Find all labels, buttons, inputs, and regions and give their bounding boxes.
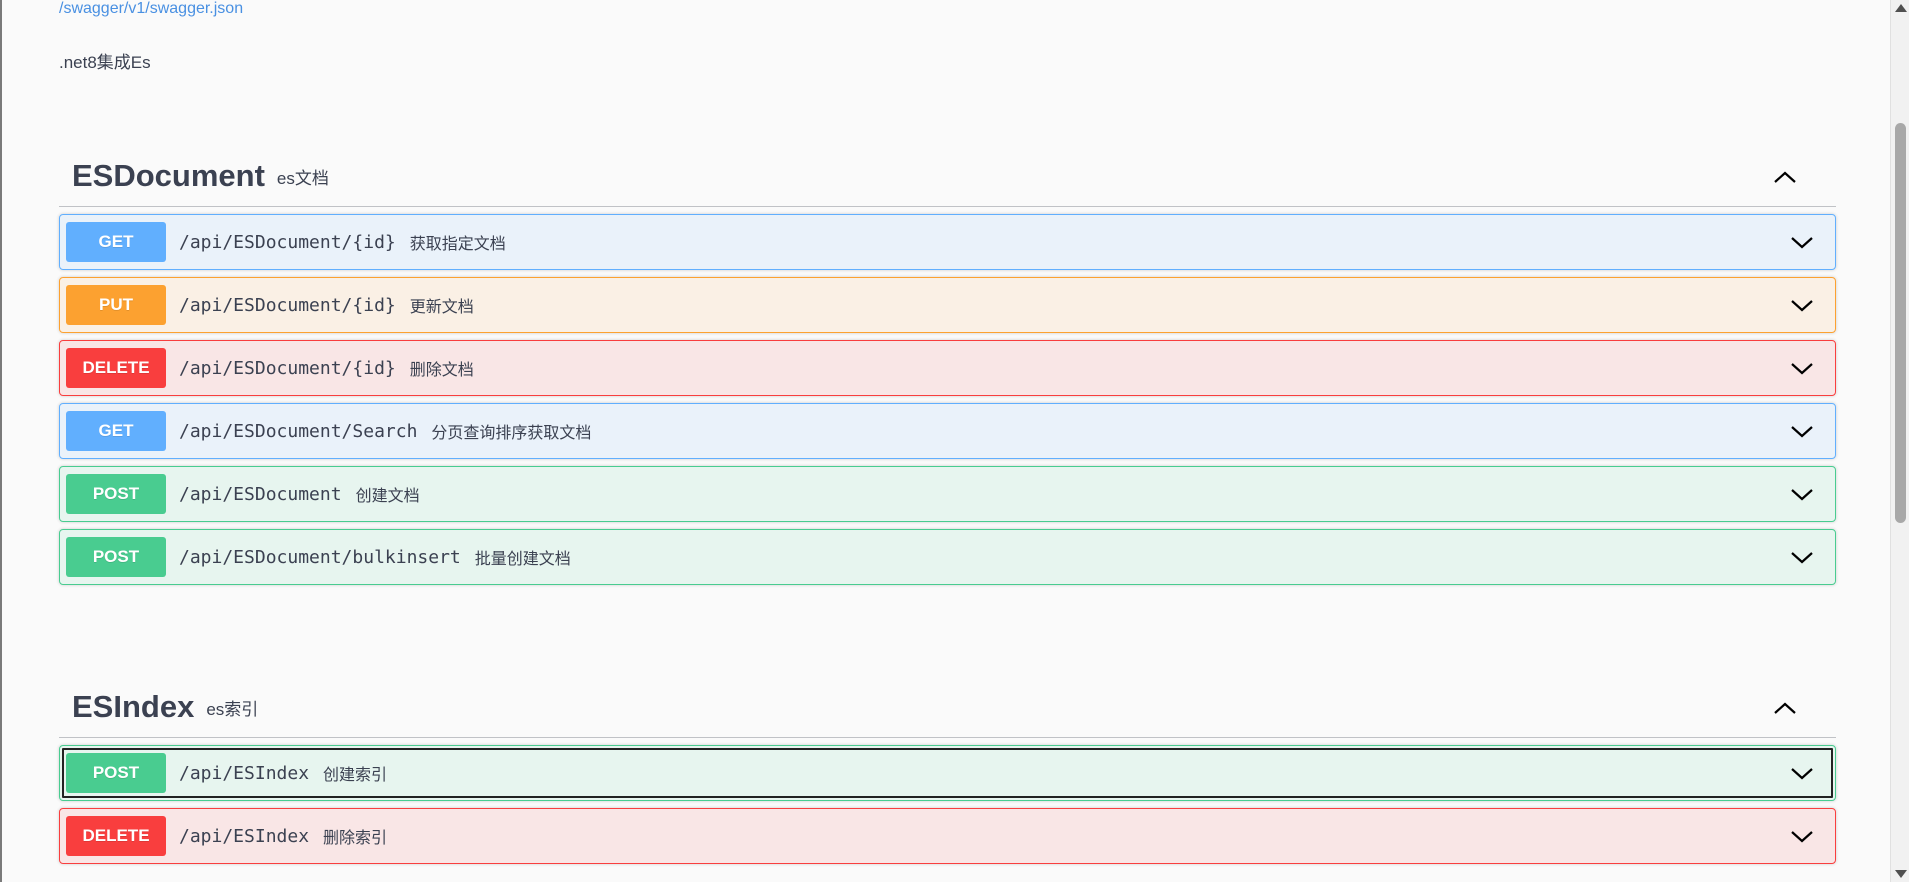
scroll-thumb[interactable] [1895, 123, 1906, 523]
tag-section-esindex: ESIndex es索引 POST /api/ESIndex 创建索引 DELE… [59, 676, 1836, 864]
operation-path: /api/ESDocument/{id} [179, 357, 396, 379]
operation-summary: 获取指定文档 [409, 236, 506, 253]
operation-delete-esdocument-id[interactable]: DELETE /api/ESDocument/{id} 删除文档 [59, 340, 1836, 396]
method-badge: POST [66, 474, 166, 514]
operation-path: /api/ESDocument/Search [179, 420, 418, 442]
chevron-down-icon[interactable] [1789, 484, 1815, 504]
swagger-page: /swagger/v1/swagger.json .net8集成Es ESDoc… [2, 0, 1890, 882]
operation-post-esdocument-bulkinsert[interactable]: POST /api/ESDocument/bulkinsert 批量创建文档 [59, 529, 1836, 585]
chevron-down-icon[interactable] [1789, 358, 1815, 378]
method-badge: DELETE [66, 816, 166, 856]
operation-path: /api/ESDocument/{id} [179, 294, 396, 316]
operation-put-esdocument-id[interactable]: PUT /api/ESDocument/{id} 更新文档 [59, 277, 1836, 333]
spec-json-link[interactable]: /swagger/v1/swagger.json [59, 0, 243, 18]
method-badge: GET [66, 411, 166, 451]
method-badge: POST [66, 537, 166, 577]
vertical-scrollbar[interactable] [1890, 0, 1909, 882]
tag-header-esdocument[interactable]: ESDocument es文档 [59, 145, 1836, 207]
scroll-down-arrow-icon[interactable] [1895, 870, 1907, 878]
chevron-down-icon[interactable] [1789, 421, 1815, 441]
operation-summary: 创建索引 [323, 767, 388, 784]
tag-description: es文档 [276, 169, 329, 188]
chevron-up-icon[interactable] [1770, 165, 1800, 189]
tag-name: ESIndex [72, 688, 195, 724]
method-badge: POST [66, 753, 166, 793]
operation-path: /api/ESDocument/bulkinsert [179, 546, 461, 568]
tag-name: ESDocument [72, 157, 265, 193]
operation-post-esdocument[interactable]: POST /api/ESDocument 创建文档 [59, 466, 1836, 522]
chevron-down-icon[interactable] [1789, 763, 1815, 783]
method-badge: PUT [66, 285, 166, 325]
tag-header-esindex[interactable]: ESIndex es索引 [59, 676, 1836, 738]
operation-path: /api/ESDocument [179, 483, 342, 505]
method-badge: GET [66, 222, 166, 262]
operation-summary: 批量创建文档 [474, 551, 571, 568]
api-description: .net8集成Es [59, 53, 151, 72]
chevron-down-icon[interactable] [1789, 826, 1815, 846]
scroll-up-arrow-icon[interactable] [1895, 4, 1907, 12]
chevron-down-icon[interactable] [1789, 232, 1815, 252]
tag-description: es索引 [206, 700, 259, 719]
operation-delete-esindex[interactable]: DELETE /api/ESIndex 删除索引 [59, 808, 1836, 864]
method-badge: DELETE [66, 348, 166, 388]
operation-summary: 删除文档 [409, 362, 474, 379]
operation-summary: 更新文档 [409, 299, 474, 316]
operation-path: /api/ESIndex [179, 825, 310, 847]
tag-section-esdocument: ESDocument es文档 GET /api/ESDocument/{id}… [59, 145, 1836, 585]
chevron-up-icon[interactable] [1770, 696, 1800, 720]
operation-path: /api/ESIndex [179, 762, 310, 784]
operation-get-esdocument-search[interactable]: GET /api/ESDocument/Search 分页查询排序获取文档 [59, 403, 1836, 459]
operation-get-esdocument-id[interactable]: GET /api/ESDocument/{id} 获取指定文档 [59, 214, 1836, 270]
operation-path: /api/ESDocument/{id} [179, 231, 396, 253]
chevron-down-icon[interactable] [1789, 295, 1815, 315]
operation-post-esindex[interactable]: POST /api/ESIndex 创建索引 [59, 745, 1836, 801]
operation-summary: 删除索引 [323, 830, 388, 847]
operation-summary: 创建文档 [355, 488, 420, 505]
operation-summary: 分页查询排序获取文档 [431, 425, 592, 442]
chevron-down-icon[interactable] [1789, 547, 1815, 567]
